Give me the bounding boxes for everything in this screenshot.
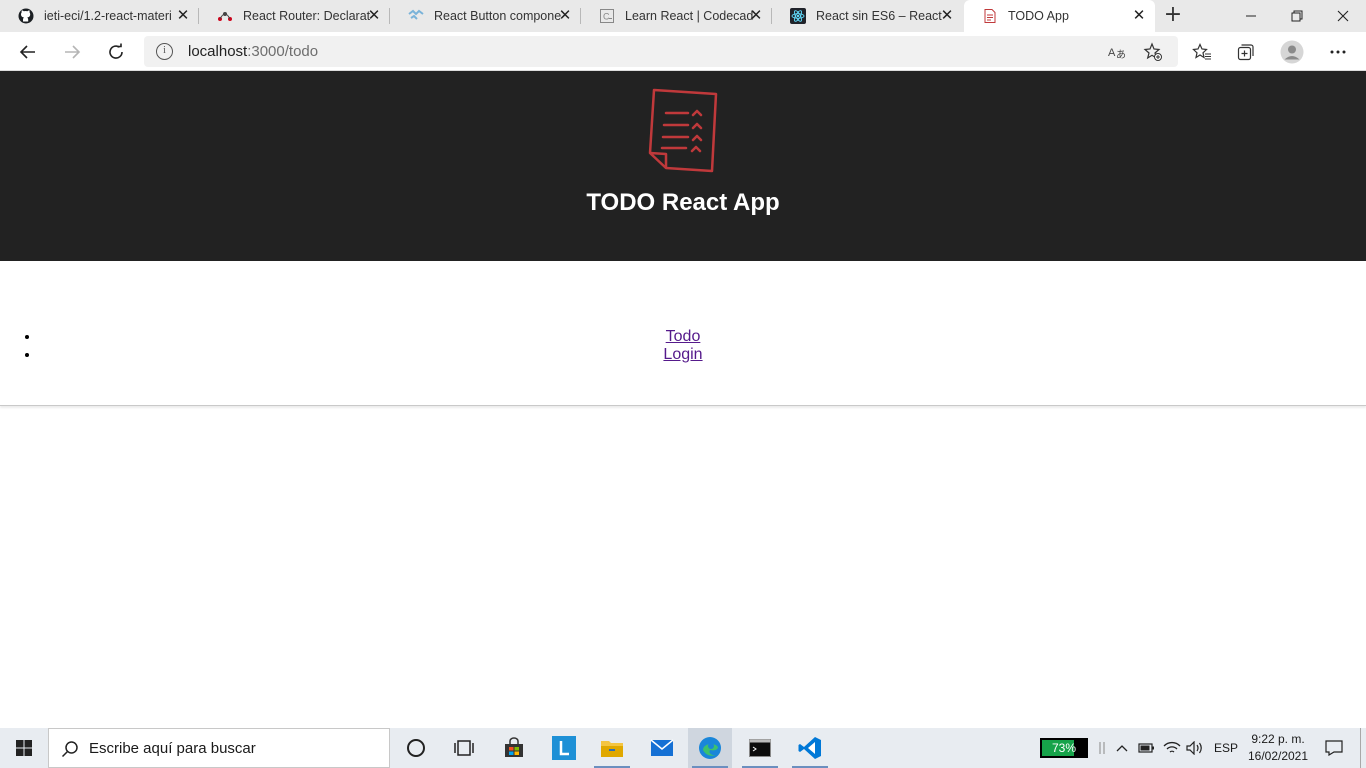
battery-meter: 73% xyxy=(1040,738,1088,758)
svg-text:A: A xyxy=(1108,47,1116,59)
url-path: :3000/todo xyxy=(247,43,319,60)
add-favorite-icon[interactable] xyxy=(1142,41,1164,63)
tab-todo-app[interactable]: TODO App ✕ xyxy=(964,0,1155,32)
close-tab-icon[interactable]: ✕ xyxy=(748,8,764,24)
browser-toolbar: i localhost:3000/todo Aあ xyxy=(0,32,1366,71)
app-header: TODO React App xyxy=(0,71,1366,261)
tab-title: React Router: Declarativ xyxy=(243,9,371,23)
taskbar-search-input[interactable]: Escribe aquí para buscar xyxy=(48,728,390,768)
document-icon xyxy=(982,8,998,24)
profile-avatar-icon[interactable] xyxy=(1276,36,1308,68)
tab-github[interactable]: ieti-eci/1.2-react-materi ✕ xyxy=(0,0,199,32)
react-icon xyxy=(790,8,806,24)
terminal-icon[interactable] xyxy=(738,728,782,768)
close-window-icon[interactable] xyxy=(1320,0,1366,32)
tab-react-router[interactable]: React Router: Declarativ ✕ xyxy=(199,0,390,32)
close-tab-icon[interactable]: ✕ xyxy=(366,8,382,24)
tab-title: React sin ES6 – React xyxy=(816,9,942,23)
file-explorer-icon[interactable] xyxy=(590,728,634,768)
svg-text:あ: あ xyxy=(1116,49,1126,60)
nav-list: Todo Login xyxy=(40,328,1366,364)
close-tab-icon[interactable]: ✕ xyxy=(557,8,573,24)
start-icon[interactable] xyxy=(0,728,48,768)
store-icon[interactable] xyxy=(492,728,536,768)
login-link[interactable]: Login xyxy=(663,346,702,363)
close-tab-icon[interactable]: ✕ xyxy=(175,8,191,24)
address-bar[interactable]: i localhost:3000/todo Aあ xyxy=(144,36,1178,67)
battery-icon[interactable] xyxy=(1136,728,1158,768)
cortana-icon[interactable] xyxy=(394,728,438,768)
edge-icon[interactable] xyxy=(688,728,732,768)
codecademy-icon: C xyxy=(599,8,615,24)
vscode-icon[interactable] xyxy=(788,728,832,768)
address-url: localhost:3000/todo xyxy=(188,43,318,60)
favorites-icon[interactable] xyxy=(1186,36,1218,68)
collections-icon[interactable] xyxy=(1230,36,1262,68)
show-desktop-button[interactable] xyxy=(1360,728,1366,768)
app-title: TODO React App xyxy=(586,189,780,216)
search-placeholder: Escribe aquí para buscar xyxy=(89,740,256,757)
tray-handle-icon[interactable] xyxy=(1096,728,1108,768)
clock-date: 16/02/2021 xyxy=(1247,749,1309,763)
github-icon xyxy=(18,8,34,24)
windows-taskbar: Escribe aquí para buscar 73% ESP 9:22 p.… xyxy=(0,728,1366,768)
taskbar-clock[interactable]: 9:22 p. m. 16/02/2021 xyxy=(1242,731,1314,765)
input-language[interactable]: ESP xyxy=(1214,741,1238,755)
browser-tabstrip: ieti-eci/1.2-react-materi ✕ React Router… xyxy=(0,0,1366,32)
clock-time: 9:22 p. m. xyxy=(1251,732,1305,746)
url-host: localhost xyxy=(188,43,248,60)
close-tab-icon[interactable]: ✕ xyxy=(1131,8,1147,24)
list-item: Todo xyxy=(40,328,1366,346)
volume-icon[interactable] xyxy=(1184,728,1206,768)
show-hidden-icons-icon[interactable] xyxy=(1112,728,1132,768)
reload-icon[interactable] xyxy=(100,36,132,68)
tab-codecademy[interactable]: C Learn React | Codecade ✕ xyxy=(581,0,772,32)
todo-checklist-logo xyxy=(646,87,720,175)
forward-arrow-icon[interactable] xyxy=(56,36,88,68)
tab-title: React Button componen xyxy=(434,9,562,23)
task-view-icon[interactable] xyxy=(442,728,486,768)
tab-react-button[interactable]: React Button componen ✕ xyxy=(390,0,581,32)
tab-react-es6[interactable]: React sin ES6 – React ✕ xyxy=(772,0,963,32)
svg-text:C: C xyxy=(603,12,610,22)
tab-title: ieti-eci/1.2-react-materi xyxy=(44,9,172,23)
wifi-icon[interactable] xyxy=(1160,728,1184,768)
tab-title: TODO App xyxy=(1008,9,1069,23)
codesandbox-icon xyxy=(408,8,424,24)
list-item: Login xyxy=(40,346,1366,364)
lightshot-icon[interactable] xyxy=(542,728,586,768)
minimize-window-icon[interactable] xyxy=(1228,0,1274,32)
battery-percent: 73% xyxy=(1051,741,1077,755)
notifications-icon[interactable] xyxy=(1318,728,1350,768)
read-aloud-icon[interactable]: Aあ xyxy=(1106,41,1128,63)
todo-link[interactable]: Todo xyxy=(666,328,701,345)
mail-icon[interactable] xyxy=(640,728,684,768)
more-options-icon[interactable] xyxy=(1322,36,1354,68)
search-icon xyxy=(61,741,78,758)
site-info-icon[interactable]: i xyxy=(156,43,173,60)
new-tab-button[interactable]: + xyxy=(1160,4,1186,28)
react-router-icon xyxy=(217,8,233,24)
restore-window-icon[interactable] xyxy=(1274,0,1320,32)
tab-title: Learn React | Codecade xyxy=(625,9,753,23)
close-tab-icon[interactable]: ✕ xyxy=(939,8,955,24)
nav-section: Todo Login xyxy=(0,261,1366,406)
back-arrow-icon[interactable] xyxy=(12,36,44,68)
